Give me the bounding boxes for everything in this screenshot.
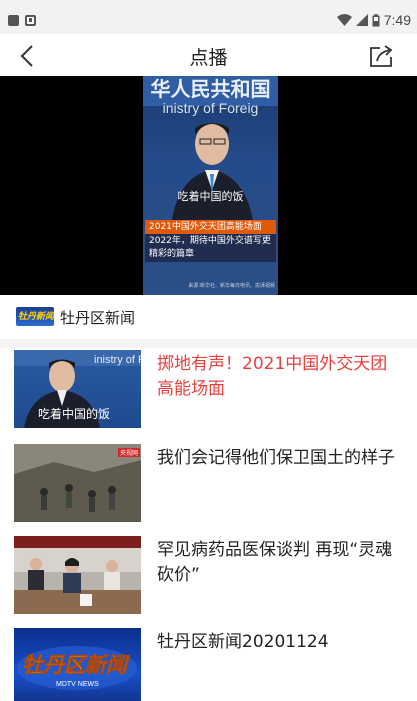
list-item-thumbnail: inistry of Foreig 吃着中国的饭	[14, 350, 141, 428]
share-button[interactable]	[367, 42, 395, 70]
clock: 7:49	[383, 12, 411, 28]
list-item-title: 我们会记得他们保卫国土的样子	[157, 448, 395, 468]
notification-icons	[8, 15, 36, 26]
list-item[interactable]: 央视网 我们会记得他们保卫国土的样子	[0, 442, 417, 534]
video-frame: 华人民共和国 inistry of Foreig 吃着中国的饭 2021中国外交…	[143, 76, 278, 295]
notification-icon	[8, 15, 19, 26]
list-item-title: 罕见病药品医保谈判 再现“灵魂砍价”	[157, 540, 393, 585]
thumbnail-logo-text: 牡丹区新闻	[22, 653, 130, 677]
thumbnail-subtext: MDTV NEWS	[56, 681, 99, 688]
page-title: 点播	[189, 47, 228, 69]
list-item[interactable]: 牡丹区新闻 MDTV NEWS 牡丹区新闻20201124	[0, 626, 417, 701]
video-subtitle: 吃着中国的饭	[177, 190, 244, 203]
channel-row[interactable]: 牡丹新闻 牡丹区新闻	[0, 295, 417, 339]
wifi-icon	[336, 14, 352, 26]
list-item-thumbnail	[14, 536, 141, 614]
video-credit: 来源:新华社、新华每日电讯、澎湃视频	[188, 283, 275, 289]
thumbnail-image: 央视网	[14, 444, 141, 522]
thumbnail-caption: 吃着中国的饭	[38, 406, 110, 421]
list-item[interactable]: 罕见病药品医保谈判 再现“灵魂砍价”	[0, 534, 417, 626]
status-bar: 7:49	[0, 0, 417, 34]
video-lower-third-sub: 2022年，期待中国外交谱写更精彩的篇章	[145, 234, 276, 262]
thumbnail-image	[14, 536, 141, 614]
video-player[interactable]: 华人民共和国 inistry of Foreig 吃着中国的饭 2021中国外交…	[0, 76, 417, 295]
thumbnail-image: 牡丹区新闻 MDTV NEWS	[17, 646, 137, 690]
list-item-thumbnail: 牡丹区新闻 MDTV NEWS	[14, 628, 141, 701]
channel-name: 牡丹区新闻	[60, 309, 136, 327]
thumbnail-tag: 央视网	[120, 449, 138, 457]
channel-logo: 牡丹新闻	[16, 307, 54, 326]
list-item[interactable]: inistry of Foreig 吃着中国的饭 掷地有声！2021中国外交天团…	[0, 348, 417, 440]
notification-icon	[25, 15, 36, 26]
thumbnail-image: inistry of Foreig 吃着中国的饭	[14, 350, 141, 428]
section-divider	[0, 339, 417, 348]
battery-icon	[372, 13, 380, 26]
signal-icon	[355, 14, 368, 26]
list-item-title: 掷地有声！2021中国外交天团高能场面	[157, 354, 388, 399]
video-lower-third-title: 2021中国外交天团高能场面	[145, 220, 276, 234]
system-icons: 7:49	[336, 12, 411, 28]
thumbnail-banner-text: inistry of Foreig	[94, 354, 141, 366]
list-item-thumbnail: 央视网	[14, 444, 141, 522]
channel-logo-text: 牡丹新闻	[18, 312, 54, 322]
speaker-figure	[170, 123, 255, 234]
list-item-title: 牡丹区新闻20201124	[157, 632, 329, 652]
top-bar: 点播	[0, 34, 417, 76]
share-icon	[370, 45, 393, 67]
video-backdrop-text: 华人民共和国	[150, 77, 271, 101]
